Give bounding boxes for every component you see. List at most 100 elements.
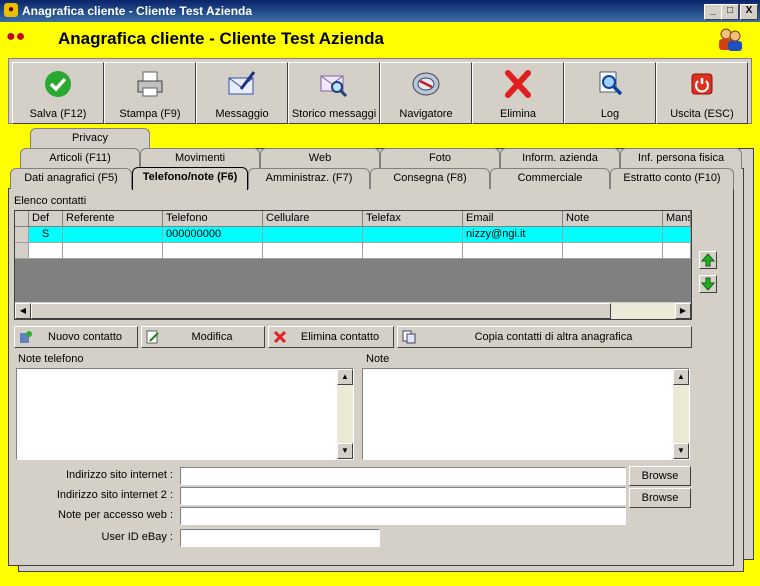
users-icon bbox=[719, 28, 742, 51]
table-row[interactable] bbox=[15, 243, 691, 259]
scroll-down-button[interactable]: ▼ bbox=[337, 443, 353, 459]
page-title: Anagrafica cliente - Cliente Test Aziend… bbox=[58, 29, 384, 48]
tab-dati-anagrafici[interactable]: Dati anagrafici (F5) bbox=[10, 168, 132, 189]
envelope-pen-icon bbox=[228, 71, 256, 95]
cell-referente[interactable] bbox=[63, 227, 163, 243]
scroll-up-button[interactable]: ▲ bbox=[673, 369, 689, 385]
column-header-note[interactable]: Note bbox=[563, 211, 663, 227]
ebay-userid-input[interactable] bbox=[180, 529, 380, 547]
tab-consegna[interactable]: Consegna (F8) bbox=[370, 168, 490, 189]
cell-email[interactable] bbox=[463, 243, 563, 259]
cell-cellulare[interactable] bbox=[263, 227, 363, 243]
web-access-notes-label: Note per accesso web : bbox=[58, 509, 173, 521]
column-header-def[interactable]: Def bbox=[29, 211, 63, 227]
scroll-left-button[interactable]: ◀ bbox=[15, 303, 31, 319]
new-contact-button[interactable]: Nuovo contatto bbox=[14, 326, 138, 348]
phone-notes-label: Note telefono bbox=[18, 353, 84, 365]
phone-notes-scrollbar[interactable]: ▲ ▼ bbox=[337, 369, 353, 459]
tab-commerciale[interactable]: Commerciale bbox=[490, 168, 610, 189]
scroll-right-button[interactable]: ▶ bbox=[675, 303, 691, 319]
tab-inf-persona-fisica[interactable]: Inf. persona fisica bbox=[620, 148, 742, 169]
arrow-down-icon bbox=[700, 277, 716, 291]
delete-x-icon bbox=[505, 70, 531, 98]
notes-memo[interactable]: ▲ ▼ bbox=[362, 368, 690, 460]
column-header-cellulare[interactable]: Cellulare bbox=[263, 211, 363, 227]
check-icon bbox=[45, 71, 71, 97]
close-button[interactable]: X bbox=[740, 4, 758, 20]
envelope-search-icon bbox=[320, 75, 348, 98]
cell-telefax[interactable] bbox=[363, 243, 463, 259]
tab-amministraz[interactable]: Amministraz. (F7) bbox=[248, 168, 370, 189]
tab-web[interactable]: Web bbox=[260, 148, 380, 169]
save-button[interactable]: Salva (F12) bbox=[12, 62, 104, 124]
grid-corner bbox=[15, 211, 29, 227]
cell-def[interactable] bbox=[29, 243, 63, 259]
website2-input[interactable] bbox=[180, 487, 626, 505]
cell-note[interactable] bbox=[563, 243, 663, 259]
minimize-button[interactable]: _ bbox=[704, 4, 722, 20]
cell-mans[interactable] bbox=[663, 243, 691, 259]
tab-telefono-note[interactable]: Telefono/note (F6) bbox=[132, 167, 248, 190]
copy-contacts-button[interactable]: Copia contatti di altra anagrafica bbox=[397, 326, 692, 348]
web-access-notes-input[interactable] bbox=[180, 507, 626, 525]
arrow-up-icon bbox=[700, 253, 716, 267]
cell-telefono[interactable] bbox=[163, 243, 263, 259]
window-title-bar[interactable]: ● Anagrafica cliente - Cliente Test Azie… bbox=[0, 0, 760, 22]
scrollbar-thumb[interactable] bbox=[31, 303, 611, 319]
cell-telefax[interactable] bbox=[363, 227, 463, 243]
phone-notes-memo[interactable]: ▲ ▼ bbox=[16, 368, 354, 460]
compass-icon bbox=[412, 72, 440, 96]
column-header-mans[interactable]: Mans bbox=[663, 211, 691, 227]
maximize-button[interactable]: □ bbox=[721, 4, 739, 20]
notes-label: Note bbox=[366, 353, 390, 365]
cell-referente[interactable] bbox=[63, 243, 163, 259]
scroll-down-button[interactable]: ▼ bbox=[673, 443, 689, 459]
edit-icon bbox=[146, 330, 159, 344]
tab-estratto-conto[interactable]: Estratto conto (F10) bbox=[610, 168, 734, 189]
cell-def[interactable]: S bbox=[29, 227, 63, 243]
log-button[interactable]: Log bbox=[564, 62, 656, 124]
new-contact-icon bbox=[20, 331, 32, 343]
cell-note[interactable] bbox=[563, 227, 663, 243]
navigator-button[interactable]: Navigatore bbox=[380, 62, 472, 124]
delete-x-icon bbox=[273, 330, 287, 344]
cell-cellulare[interactable] bbox=[263, 243, 363, 259]
cell-mans[interactable] bbox=[663, 227, 691, 243]
move-down-button[interactable] bbox=[699, 275, 717, 293]
column-header-telefax[interactable]: Telefax bbox=[363, 211, 463, 227]
ebay-userid-label: User ID eBay : bbox=[101, 531, 173, 543]
browse-website-button[interactable]: Browse bbox=[629, 466, 691, 486]
exit-button[interactable]: Uscita (ESC) bbox=[656, 62, 748, 124]
delete-contact-button[interactable]: Elimina contatto bbox=[268, 326, 394, 348]
cell-telefono[interactable]: 000000000 bbox=[163, 227, 263, 243]
window-title: Anagrafica cliente - Cliente Test Aziend… bbox=[22, 4, 253, 18]
website-input[interactable] bbox=[180, 467, 626, 485]
edit-contact-button[interactable]: Modifica bbox=[141, 326, 265, 348]
strawberry-logo-icon: ●● bbox=[6, 28, 26, 45]
cell-email[interactable]: nizzy@ngi.it bbox=[463, 227, 563, 243]
tab-inform-azienda[interactable]: Inform. azienda bbox=[500, 148, 620, 169]
tab-privacy[interactable]: Privacy bbox=[30, 128, 150, 149]
move-up-button[interactable] bbox=[699, 251, 717, 269]
message-button[interactable]: Messaggio bbox=[196, 62, 288, 124]
grid-horizontal-scrollbar[interactable]: ◀ ▶ bbox=[15, 302, 691, 319]
delete-button[interactable]: Elimina bbox=[472, 62, 564, 124]
browse-website2-button[interactable]: Browse bbox=[629, 488, 691, 508]
scroll-up-button[interactable]: ▲ bbox=[337, 369, 353, 385]
column-header-telefono[interactable]: Telefono bbox=[163, 211, 263, 227]
tab-movimenti[interactable]: Movimenti bbox=[140, 148, 260, 169]
tab-articoli[interactable]: Articoli (F11) bbox=[20, 148, 140, 169]
print-button[interactable]: Stampa (F9) bbox=[104, 62, 196, 124]
copy-icon bbox=[402, 330, 416, 344]
row-indicator bbox=[15, 243, 29, 259]
table-row[interactable]: S 000000000 nizzy@ngi.it bbox=[15, 227, 691, 243]
tab-foto[interactable]: Foto bbox=[380, 148, 500, 169]
column-header-email[interactable]: Email bbox=[463, 211, 563, 227]
notes-scrollbar[interactable]: ▲ ▼ bbox=[673, 369, 689, 459]
contacts-grid[interactable]: Def Referente Telefono Cellulare Telefax… bbox=[14, 210, 692, 320]
column-header-referente[interactable]: Referente bbox=[63, 211, 163, 227]
website2-label: Indirizzo sito internet 2 : bbox=[56, 489, 173, 501]
header: ●● Anagrafica cliente - Cliente Test Azi… bbox=[0, 22, 760, 56]
message-history-button[interactable]: Storico messaggi bbox=[288, 62, 380, 124]
toolbar: Salva (F12) Stampa (F9) Messaggio Storic… bbox=[8, 58, 752, 124]
